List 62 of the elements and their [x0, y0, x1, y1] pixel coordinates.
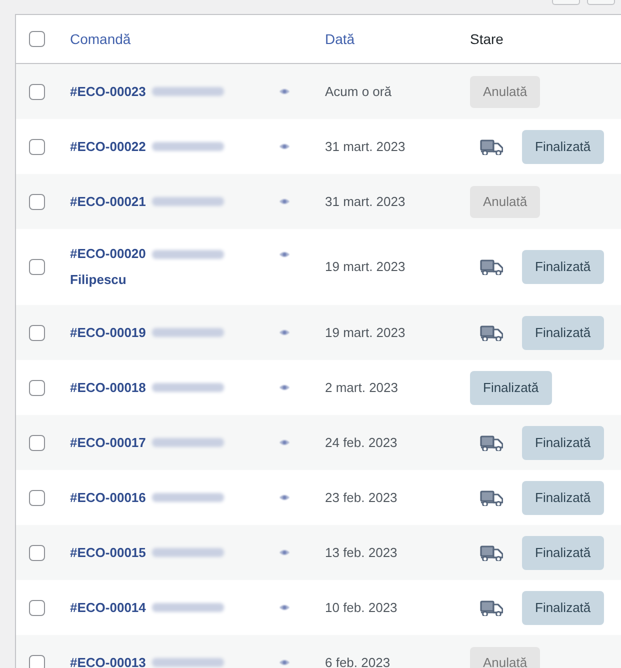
eye-icon[interactable]	[279, 88, 290, 95]
order-date: 19 mart. 2023	[325, 259, 406, 274]
row-checkbox[interactable]	[29, 434, 45, 450]
row-checkbox[interactable]	[29, 194, 45, 210]
status-badge: Anulată	[470, 646, 540, 668]
status-badge: Finalizată	[522, 426, 604, 460]
order-date: 19 mart. 2023	[325, 324, 406, 340]
order-date: 13 feb. 2023	[325, 544, 398, 560]
eye-icon[interactable]	[279, 143, 290, 150]
column-header-link[interactable]: Comandă	[70, 30, 131, 47]
small-button[interactable]	[587, 0, 615, 5]
order-link[interactable]: #ECO-00015	[70, 542, 146, 562]
customer-name-link[interactable]: Filipescu	[70, 272, 126, 287]
order-link[interactable]: #ECO-00017	[70, 432, 146, 452]
order-link[interactable]: #ECO-00019	[70, 322, 146, 342]
status-badge: Finalizată	[522, 480, 604, 514]
row-checkbox[interactable]	[29, 138, 45, 154]
eye-icon[interactable]	[279, 659, 290, 666]
order-link[interactable]: #ECO-00016	[70, 488, 146, 508]
eye-icon[interactable]	[279, 604, 290, 611]
eye-icon[interactable]	[279, 250, 290, 258]
order-link[interactable]: #ECO-00018	[70, 378, 146, 398]
order-link[interactable]: #ECO-00022	[70, 136, 146, 156]
column-header: Stare	[470, 30, 504, 47]
status-badge: Finalizată	[522, 536, 604, 570]
row-checkbox[interactable]	[29, 600, 45, 616]
status-badge: Finalizată	[522, 250, 604, 284]
row-checkbox[interactable]	[29, 544, 45, 560]
row-checkbox[interactable]	[29, 380, 45, 396]
eye-icon[interactable]	[279, 494, 290, 501]
order-link[interactable]: #ECO-00020	[70, 244, 146, 264]
row-checkbox[interactable]	[29, 259, 45, 275]
order-date: 10 feb. 2023	[325, 600, 398, 614]
order-link[interactable]: #ECO-00013	[70, 652, 146, 668]
eye-icon[interactable]	[279, 384, 290, 391]
order-date: 31 mart. 2023	[325, 138, 406, 154]
select-all-checkbox[interactable]	[29, 31, 45, 47]
eye-icon[interactable]	[279, 439, 290, 446]
order-date: 31 mart. 2023	[325, 194, 406, 208]
status-badge: Finalizată	[522, 130, 604, 164]
order-link[interactable]: #ECO-00014	[70, 598, 146, 618]
status-badge: Anulată	[470, 76, 540, 108]
eye-icon[interactable]	[279, 549, 290, 556]
order-date: 23 feb. 2023	[325, 490, 398, 504]
eye-icon[interactable]	[279, 329, 290, 336]
small-button[interactable]	[552, 0, 580, 5]
order-link[interactable]: #ECO-00023	[70, 82, 146, 102]
status-badge: Anulată	[470, 186, 540, 218]
order-link[interactable]: #ECO-00021	[70, 192, 146, 212]
column-header-link[interactable]: Dată	[325, 30, 355, 47]
order-date: 6 feb. 2023	[325, 654, 390, 668]
order-date: Acum o oră	[325, 84, 392, 98]
row-checkbox[interactable]	[29, 84, 45, 100]
row-checkbox[interactable]	[29, 654, 45, 668]
status-badge: Finalizată	[522, 316, 604, 350]
eye-icon[interactable]	[279, 198, 290, 205]
row-checkbox[interactable]	[29, 490, 45, 506]
order-date: 24 feb. 2023	[325, 434, 398, 450]
status-badge: Finalizată	[470, 370, 552, 404]
row-checkbox[interactable]	[29, 324, 45, 340]
status-badge: Finalizată	[522, 590, 604, 624]
order-date: 2 mart. 2023	[325, 380, 398, 394]
